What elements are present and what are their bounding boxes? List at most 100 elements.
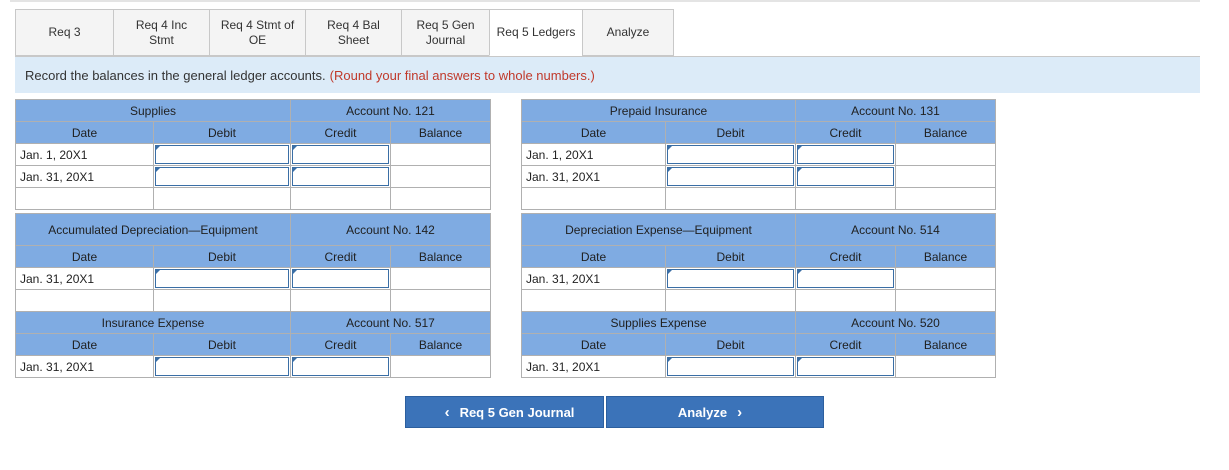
- col-date: Date: [15, 121, 154, 144]
- supplies-row-1-credit-cell: [290, 143, 391, 166]
- prev-button-label: Req 5 Gen Journal: [459, 404, 575, 420]
- input-marker-icon: [292, 167, 298, 173]
- dep-expense-row-1-balance: [895, 267, 996, 290]
- prepaid-row-1-credit-input[interactable]: [797, 145, 894, 164]
- input-marker-icon: [155, 269, 161, 275]
- col-date: Date: [521, 333, 666, 356]
- col-debit: Debit: [665, 333, 796, 356]
- dep-expense-row-1-date: Jan. 31, 20X1: [521, 267, 666, 290]
- col-debit: Debit: [665, 245, 796, 268]
- insurance-expense-row-1-balance: [390, 355, 491, 378]
- input-marker-icon: [797, 357, 803, 363]
- account-name-supplies: Supplies: [15, 99, 291, 122]
- prepaid-row-2-debit-cell: [665, 165, 796, 188]
- supplies-row-1-balance: [390, 143, 491, 166]
- insurance-expense-row-1-credit-input[interactable]: [292, 357, 389, 376]
- prepaid-row-1-debit-input[interactable]: [667, 145, 794, 164]
- supplies-row-2-debit-input[interactable]: [155, 167, 289, 186]
- input-marker-icon: [667, 167, 673, 173]
- col-debit: Debit: [153, 121, 291, 144]
- col-balance: Balance: [390, 333, 491, 356]
- account-name-insurance-expense: Insurance Expense: [15, 311, 291, 334]
- tab-analyze[interactable]: Analyze: [582, 9, 674, 56]
- prev-button[interactable]: ‹ Req 5 Gen Journal: [405, 396, 604, 428]
- prepaid-row-2-credit-input[interactable]: [797, 167, 894, 186]
- tab-req-3[interactable]: Req 3: [15, 9, 113, 56]
- prepaid-row-2-balance: [895, 165, 996, 188]
- supplies-expense-row-1-credit-cell: [795, 355, 896, 378]
- supplies-row-1-debit-input[interactable]: [155, 145, 289, 164]
- input-marker-icon: [292, 145, 298, 151]
- tab-req-5-ledgers[interactable]: Req 5 Ledgers: [489, 9, 582, 56]
- supplies-row-1-credit-input[interactable]: [292, 145, 389, 164]
- col-balance: Balance: [895, 245, 996, 268]
- col-date: Date: [15, 333, 154, 356]
- accum-dep-row-1-credit-input[interactable]: [292, 269, 389, 288]
- col-debit: Debit: [153, 333, 291, 356]
- accum-dep-row-1-date: Jan. 31, 20X1: [15, 267, 154, 290]
- supplies-expense-row-1-debit-cell: [665, 355, 796, 378]
- supplies-expense-row-1-credit-input[interactable]: [797, 357, 894, 376]
- dep-expense-row-1-debit-input[interactable]: [667, 269, 794, 288]
- prepaid-row-2-debit-input[interactable]: [667, 167, 794, 186]
- dep-expense-row-1-debit-cell: [665, 267, 796, 290]
- account-number-supplies: Account No. 121: [290, 99, 491, 122]
- supplies-expense-row-1-debit-input[interactable]: [667, 357, 794, 376]
- account-name-supplies-expense: Supplies Expense: [521, 311, 796, 334]
- tab-req-4-bal-sheet[interactable]: Req 4 Bal Sheet: [305, 9, 401, 56]
- tab-req-4-stmt-oe[interactable]: Req 4 Stmt of OE: [209, 9, 305, 56]
- col-credit: Credit: [290, 121, 391, 144]
- top-divider: [10, 0, 1200, 2]
- input-marker-icon: [292, 357, 298, 363]
- tab-req-5-gen-journal[interactable]: Req 5 Gen Journal: [401, 9, 489, 56]
- accum-dep-row-1-debit-input[interactable]: [155, 269, 289, 288]
- ledger-grid: Supplies Account No. 121 Prepaid Insuran…: [15, 99, 996, 378]
- accum-dep-row-1-debit-cell: [153, 267, 291, 290]
- prepaid-row-1-balance: [895, 143, 996, 166]
- dep-expense-row-1-credit-input[interactable]: [797, 269, 894, 288]
- input-marker-icon: [292, 269, 298, 275]
- next-button-label: Analyze: [677, 404, 728, 420]
- insurance-expense-row-1-date: Jan. 31, 20X1: [15, 355, 154, 378]
- supplies-row-2-debit-cell: [153, 165, 291, 188]
- supplies-row-2-credit-input[interactable]: [292, 167, 389, 186]
- account-number-prepaid-insurance: Account No. 131: [795, 99, 996, 122]
- input-marker-icon: [797, 269, 803, 275]
- prepaid-row-1-debit-cell: [665, 143, 796, 166]
- instruction-bar: Record the balances in the general ledge…: [15, 57, 1200, 93]
- supplies-expense-row-1-date: Jan. 31, 20X1: [521, 355, 666, 378]
- input-marker-icon: [155, 357, 161, 363]
- col-credit: Credit: [795, 245, 896, 268]
- supplies-row-1-debit-cell: [153, 143, 291, 166]
- dep-expense-row-1-credit-cell: [795, 267, 896, 290]
- insurance-expense-row-1-credit-cell: [290, 355, 391, 378]
- instruction-note: (Round your final answers to whole numbe…: [329, 67, 595, 83]
- prepaid-row-2-credit-cell: [795, 165, 896, 188]
- col-date: Date: [521, 121, 666, 144]
- tab-req-4-inc-stmt[interactable]: Req 4 Inc Stmt: [113, 9, 209, 56]
- account-number-supplies-expense: Account No. 520: [795, 311, 996, 334]
- chevron-left-icon: ‹: [444, 403, 450, 421]
- supplies-row-1-date: Jan. 1, 20X1: [15, 143, 154, 166]
- col-credit: Credit: [290, 245, 391, 268]
- supplies-row-2-balance: [390, 165, 491, 188]
- input-marker-icon: [667, 269, 673, 275]
- accum-dep-row-1-balance: [390, 267, 491, 290]
- insurance-expense-row-1-debit-input[interactable]: [155, 357, 289, 376]
- supplies-row-2-credit-cell: [290, 165, 391, 188]
- col-credit: Credit: [795, 121, 896, 144]
- input-marker-icon: [797, 145, 803, 151]
- instruction-text: Record the balances in the general ledge…: [25, 67, 326, 83]
- accum-dep-row-1-credit-cell: [290, 267, 391, 290]
- col-balance: Balance: [390, 245, 491, 268]
- account-name-dep-expense: Depreciation Expense—Equipment: [521, 213, 796, 246]
- input-marker-icon: [155, 145, 161, 151]
- account-number-insurance-expense: Account No. 517: [290, 311, 491, 334]
- tab-bar: Req 3 Req 4 Inc Stmt Req 4 Stmt of OE Re…: [15, 9, 674, 56]
- account-name-prepaid-insurance: Prepaid Insurance: [521, 99, 796, 122]
- supplies-row-2-date: Jan. 31, 20X1: [15, 165, 154, 188]
- account-name-accum-dep: Accumulated Depreciation—Equipment: [15, 213, 291, 246]
- next-button[interactable]: Analyze ›: [606, 396, 824, 428]
- col-debit: Debit: [665, 121, 796, 144]
- chevron-right-icon: ›: [737, 403, 743, 421]
